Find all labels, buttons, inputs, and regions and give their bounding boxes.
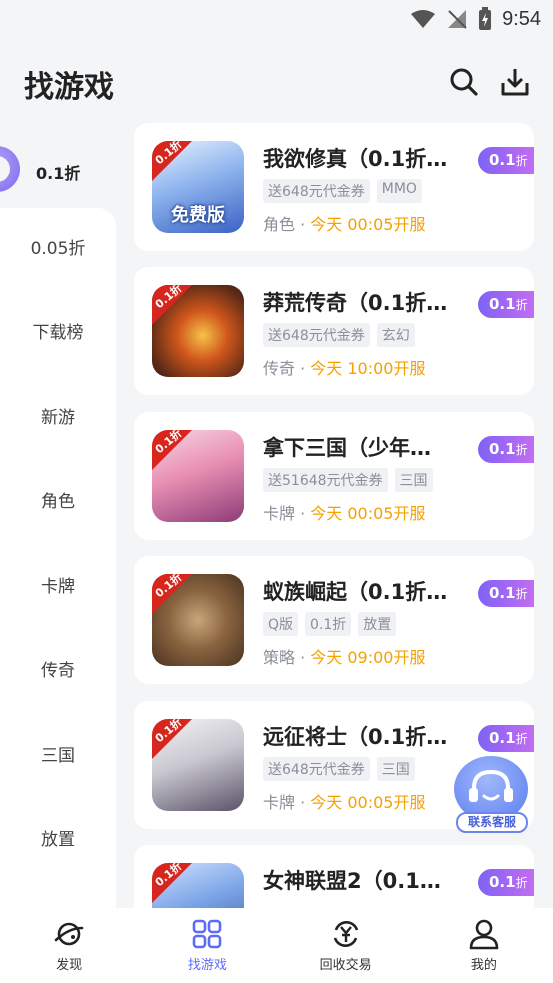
open-time: 今天 00:05开服 <box>310 504 426 523</box>
tag: 0.1折 <box>305 612 352 636</box>
tag: 送648元代金券 <box>263 179 370 203</box>
tag: 放置 <box>358 612 397 636</box>
tag-list: 送648元代金券 三国 <box>263 757 415 781</box>
game-title: 女神联盟2（0.1… <box>263 869 441 893</box>
nav-label: 回收交易 <box>319 958 372 973</box>
nav-label: 我的 <box>470 958 497 973</box>
game-card[interactable]: 0.1折 免费版 我欲修真（0.1折… 送648元代金券 MMO 角色 · 今天… <box>134 123 534 251</box>
tag-list: 送648元代金券 玄幻 <box>263 323 415 347</box>
no-signal-icon <box>448 10 467 29</box>
game-category: 角色 <box>263 215 296 234</box>
game-title: 我欲修真（0.1折… <box>263 147 448 171</box>
sidebar-item-0-05[interactable]: 0.05折 <box>0 229 116 269</box>
discount-badge: 0.1折 <box>478 725 534 752</box>
tag-list: Q版 0.1折 放置 <box>263 612 397 636</box>
game-category: 策略 <box>263 648 296 667</box>
game-title: 远征将士（0.1折… <box>263 725 448 749</box>
sidebar-item-idle[interactable]: 放置 <box>0 820 116 860</box>
game-category: 传奇 <box>263 359 296 378</box>
open-time: 今天 00:05开服 <box>310 793 426 812</box>
sidebar-item-card[interactable]: 卡牌 <box>0 567 116 607</box>
game-icon-caption: 免费版 <box>171 205 225 226</box>
status-bar: 9:54 <box>0 0 553 38</box>
search-button[interactable] <box>446 64 482 100</box>
nav-recycle-trade[interactable]: 回收交易 <box>277 908 415 983</box>
game-icon: 0.1折 <box>152 719 244 811</box>
page-title: 找游戏 <box>24 70 114 105</box>
discount-badge: 0.1折 <box>478 291 534 318</box>
game-card[interactable]: 0.1折 莽荒传奇（0.1折… 送648元代金券 玄幻 传奇 · 今天 10:0… <box>134 267 534 395</box>
game-category: 卡牌 <box>263 793 296 812</box>
game-title: 莽荒传奇（0.1折… <box>263 291 448 315</box>
game-card[interactable]: 0.1折 蚁族崛起（0.1折… Q版 0.1折 放置 策略 · 今天 09:00… <box>134 556 534 684</box>
bottom-nav: 发现 找游戏 回收交易 我的 <box>0 908 553 983</box>
game-meta: 卡牌 · 今天 00:05开服 <box>263 504 426 523</box>
nav-find-games[interactable]: 找游戏 <box>138 908 276 983</box>
open-time: 今天 00:05开服 <box>310 215 426 234</box>
download-icon <box>501 69 529 96</box>
tag: 送648元代金券 <box>263 757 370 781</box>
discount-badge: 0.1折 <box>478 869 534 896</box>
yuan-exchange-icon <box>333 921 358 947</box>
nav-discover[interactable]: 发现 <box>0 908 138 983</box>
game-meta: 传奇 · 今天 10:00开服 <box>263 359 426 378</box>
tag: 送648元代金券 <box>263 323 370 347</box>
customer-service-button[interactable]: 联系客服 <box>452 754 530 834</box>
nav-label: 找游戏 <box>187 958 227 973</box>
game-icon: 0.1折 <box>152 430 244 522</box>
sidebar-item-label: 0.1折 <box>36 164 81 183</box>
open-time: 今天 10:00开服 <box>310 359 426 378</box>
battery-charging-icon <box>479 7 492 30</box>
sidebar-item-legend[interactable]: 传奇 <box>0 651 116 691</box>
tag: 三国 <box>394 468 433 492</box>
sidebar-list: 0.05折 下载榜 新游 角色 卡牌 传奇 三国 放置 <box>0 208 116 908</box>
service-label: 联系客服 <box>456 812 528 833</box>
sidebar-item-three-kingdoms[interactable]: 三国 <box>0 736 116 776</box>
wifi-icon <box>411 10 436 28</box>
tag: MMO <box>376 179 422 203</box>
status-time: 9:54 <box>502 7 541 30</box>
game-icon: 0.1折 <box>152 285 244 377</box>
tag: 三国 <box>376 757 415 781</box>
grid-icon <box>193 919 222 949</box>
game-category: 卡牌 <box>263 504 296 523</box>
active-indicator <box>0 146 20 192</box>
game-meta: 策略 · 今天 09:00开服 <box>263 648 426 667</box>
tag: 送51648元代金券 <box>263 468 388 492</box>
discount-badge: 0.1折 <box>478 580 534 607</box>
open-time: 今天 09:00开服 <box>310 648 426 667</box>
game-icon: 0.1折 <box>152 574 244 666</box>
planet-icon <box>54 922 84 946</box>
game-meta: 角色 · 今天 00:05开服 <box>263 215 426 234</box>
sidebar-item-new[interactable]: 新游 <box>0 398 116 438</box>
tag-list: 送51648元代金券 三国 <box>263 468 433 492</box>
sidebar-item-active[interactable]: 0.1折 <box>0 130 116 210</box>
discount-badge: 0.1折 <box>478 436 534 463</box>
game-icon: 0.1折 免费版 <box>152 141 244 233</box>
tag: Q版 <box>263 612 299 636</box>
game-card[interactable]: 0.1折 拿下三国（少年… 送51648元代金券 三国 卡牌 · 今天 00:0… <box>134 412 534 540</box>
sidebar-item-download-rank[interactable]: 下载榜 <box>0 313 116 353</box>
game-title: 蚁族崛起（0.1折… <box>263 580 448 604</box>
header: 找游戏 <box>0 38 553 124</box>
category-sidebar: 0.1折 0.05折 下载榜 新游 角色 卡牌 传奇 三国 放置 <box>0 124 116 908</box>
tag-list: 送648元代金券 MMO <box>263 179 422 203</box>
search-icon <box>450 68 478 96</box>
game-title: 拿下三国（少年… <box>263 436 431 460</box>
discount-badge: 0.1折 <box>478 147 534 174</box>
nav-mine[interactable]: 我的 <box>415 908 553 983</box>
game-meta: 卡牌 · 今天 00:05开服 <box>263 793 426 812</box>
download-button[interactable] <box>497 64 533 100</box>
sidebar-item-role[interactable]: 角色 <box>0 482 116 522</box>
person-icon <box>469 919 499 950</box>
tag: 玄幻 <box>376 323 415 347</box>
nav-label: 发现 <box>56 958 83 973</box>
